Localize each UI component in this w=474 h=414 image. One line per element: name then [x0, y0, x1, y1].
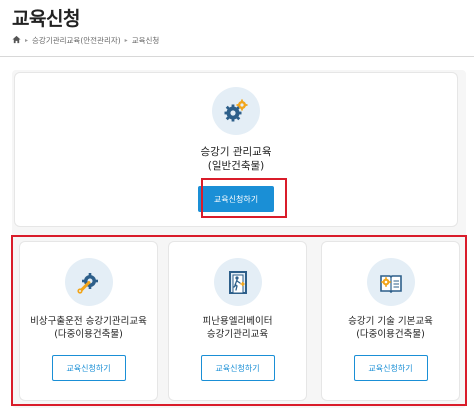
- header-divider: [0, 56, 474, 57]
- gears-icon: [212, 87, 260, 135]
- breadcrumb-item-2[interactable]: 교육신청: [132, 35, 160, 46]
- course-title: 승강기 관리교육 (일반건축물): [200, 146, 272, 172]
- breadcrumb-separator-icon: ▸: [124, 37, 128, 44]
- home-icon[interactable]: [12, 35, 21, 46]
- breadcrumb-item-1[interactable]: 승강기관리교육(안전관리자): [32, 35, 121, 46]
- highlight-box-top-button: [201, 178, 287, 218]
- breadcrumb: ▸ 승강기관리교육(안전관리자) ▸ 교육신청: [12, 35, 159, 46]
- page-title: 교육신청: [12, 8, 80, 30]
- breadcrumb-separator-icon: ▸: [25, 37, 29, 44]
- highlight-box-course-cards: [11, 235, 467, 406]
